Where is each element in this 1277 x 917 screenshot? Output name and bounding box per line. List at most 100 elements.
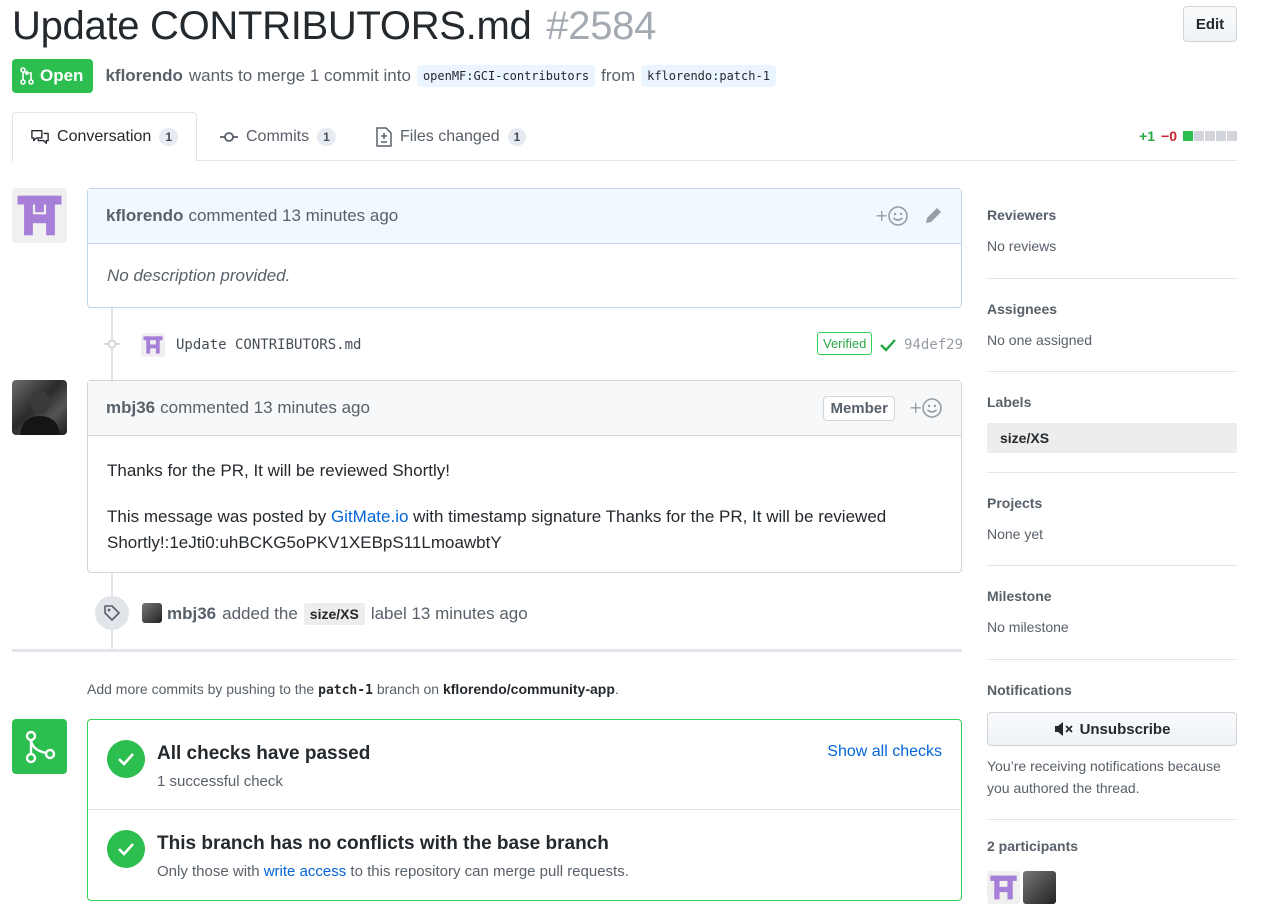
sidebar-heading: Notifications <box>987 682 1072 698</box>
participant-avatar-mbj36[interactable] <box>1023 871 1056 904</box>
checks-title: All checks have passed <box>157 743 371 764</box>
sidebar-divider <box>987 565 1237 566</box>
event-label[interactable]: size/XS <box>303 603 365 625</box>
member-badge: Member <box>823 395 895 421</box>
comment-paragraph: This message was posted by GitMate.io wi… <box>107 504 942 556</box>
base-branch[interactable]: openMF:GCI-contributors <box>416 65 596 87</box>
sidebar-heading: Labels <box>987 394 1032 410</box>
conflict-text: Only those with <box>157 863 260 880</box>
svg-text:+: + <box>909 398 922 417</box>
sidebar-projects[interactable]: Projects None yet <box>987 495 1237 542</box>
commit-message[interactable]: Update CONTRIBUTORS.md <box>176 337 361 353</box>
pull-request-icon <box>20 67 34 85</box>
state-label: Open <box>40 66 84 85</box>
comment-body: Thanks for the PR, It will be reviewed S… <box>88 436 961 556</box>
edit-button[interactable]: Edit <box>1183 6 1237 42</box>
comment-time: commented 13 minutes ago <box>160 398 370 417</box>
comment-paragraph: Thanks for the PR, It will be reviewed S… <box>107 461 450 480</box>
gitmate-link[interactable]: GitMate.io <box>331 507 408 526</box>
check-circle-icon <box>107 740 145 778</box>
checks-subtitle: 1 successful check <box>157 773 283 790</box>
tab-files-changed[interactable]: Files changed 1 <box>358 112 544 161</box>
tab-files-count: 1 <box>507 127 527 146</box>
avatar-kflorendo[interactable] <box>12 188 67 243</box>
diffstat-deletions: −0 <box>1161 128 1177 144</box>
unsubscribe-button[interactable]: Unsubscribe <box>987 712 1237 746</box>
pr-meta: Open kflorendo wants to merge 1 commit i… <box>12 59 776 93</box>
comment-author[interactable]: mbj36 <box>106 398 155 418</box>
identicon-icon <box>17 195 62 236</box>
sidebar-divider <box>987 472 1237 473</box>
sidebar-divider <box>987 278 1237 279</box>
event-text: label 13 minutes ago <box>370 604 528 623</box>
write-access-link[interactable]: write access <box>264 863 347 880</box>
participant-avatars <box>987 871 1237 904</box>
sidebar-value: No reviews <box>987 238 1057 254</box>
push-hint: Add more commits by pushing to the patch… <box>87 681 619 698</box>
sidebar-labels[interactable]: Labels size/XS <box>987 394 1237 453</box>
verified-badge[interactable]: Verified <box>817 332 873 355</box>
check-icon <box>880 338 896 355</box>
diffstat-blocks <box>1183 131 1237 141</box>
label-event: mbj36 added the size/XS label 13 minutes… <box>167 600 528 628</box>
head-branch[interactable]: kflorendo:patch-1 <box>641 65 776 87</box>
commit-avatar[interactable] <box>141 333 165 357</box>
show-all-checks-link[interactable]: Show all checks <box>827 743 942 761</box>
comment-kflorendo: kflorendo commented 13 minutes ago + No … <box>87 188 962 308</box>
timeline-divider <box>12 649 962 652</box>
comment-header: mbj36 commented 13 minutes ago Member + <box>88 381 961 436</box>
check-circle-icon <box>107 830 145 868</box>
sidebar-participants: 2 participants <box>987 838 1237 904</box>
pr-title: Update CONTRIBUTORS.md <box>12 4 532 48</box>
commit-sha[interactable]: 94def29 <box>904 337 963 353</box>
merge-divider <box>88 809 961 810</box>
commit-icon <box>104 339 120 349</box>
commit-icon <box>220 131 238 142</box>
tab-conversation[interactable]: Conversation 1 <box>12 112 197 162</box>
tab-commits[interactable]: Commits 1 <box>202 112 354 161</box>
sidebar-heading: Milestone <box>987 588 1052 604</box>
mute-icon <box>1054 722 1073 736</box>
pencil-icon[interactable] <box>923 206 943 226</box>
conflict-text: to this repository can merge pull reques… <box>350 863 629 880</box>
avatar-mbj36[interactable] <box>12 380 67 435</box>
file-diff-icon <box>376 126 392 147</box>
hint-repo[interactable]: kflorendo/community-app <box>443 681 615 697</box>
sidebar-milestone[interactable]: Milestone No milestone <box>987 588 1237 635</box>
tab-commits-label: Commits <box>246 127 310 145</box>
person-photo-icon <box>20 390 60 435</box>
sidebar-label-chip[interactable]: size/XS <box>987 423 1237 453</box>
sidebar-assignees[interactable]: Assignees No one assigned <box>987 301 1237 348</box>
pr-number: #2584 <box>546 4 657 48</box>
pr-author-link[interactable]: kflorendo <box>105 66 182 86</box>
participant-avatar-kflorendo[interactable] <box>987 871 1020 904</box>
event-avatar[interactable] <box>142 603 162 623</box>
hint-text: . <box>614 681 619 697</box>
sidebar-notifications: Notifications Unsubscribe You’re receivi… <box>987 682 1237 799</box>
sidebar-divider <box>987 371 1237 372</box>
add-reaction-icon[interactable]: + <box>909 397 943 419</box>
comment-body: No description provided. <box>107 266 291 285</box>
comment-text: This message was posted by <box>107 507 327 526</box>
hint-text: Add more commits by pushing to the <box>87 681 315 697</box>
commit-dot <box>104 337 120 354</box>
comment-author[interactable]: kflorendo <box>106 206 183 226</box>
unsubscribe-label: Unsubscribe <box>1079 720 1171 738</box>
diffstat-additions: +1 <box>1139 128 1156 144</box>
sidebar-value: No one assigned <box>987 332 1093 348</box>
conflict-title: This branch has no conflicts with the ba… <box>157 833 609 854</box>
sidebar-heading: Projects <box>987 495 1043 511</box>
sidebar-reviewers[interactable]: Reviewers No reviews <box>987 207 1237 254</box>
sidebar-value: None yet <box>987 526 1044 542</box>
hint-text: branch on <box>376 681 440 697</box>
event-author[interactable]: mbj36 <box>167 604 216 624</box>
svg-text:+: + <box>875 206 888 225</box>
add-reaction-icon[interactable]: + <box>875 205 909 227</box>
comment-time: commented 13 minutes ago <box>188 206 399 225</box>
sidebar-divider <box>987 659 1237 660</box>
comment-mbj36: mbj36 commented 13 minutes ago Member + … <box>87 380 962 573</box>
tag-icon <box>95 596 129 630</box>
sidebar-divider <box>987 819 1237 820</box>
merge-text: wants to merge 1 commit into <box>188 66 411 85</box>
sidebar-heading: Assignees <box>987 301 1058 317</box>
